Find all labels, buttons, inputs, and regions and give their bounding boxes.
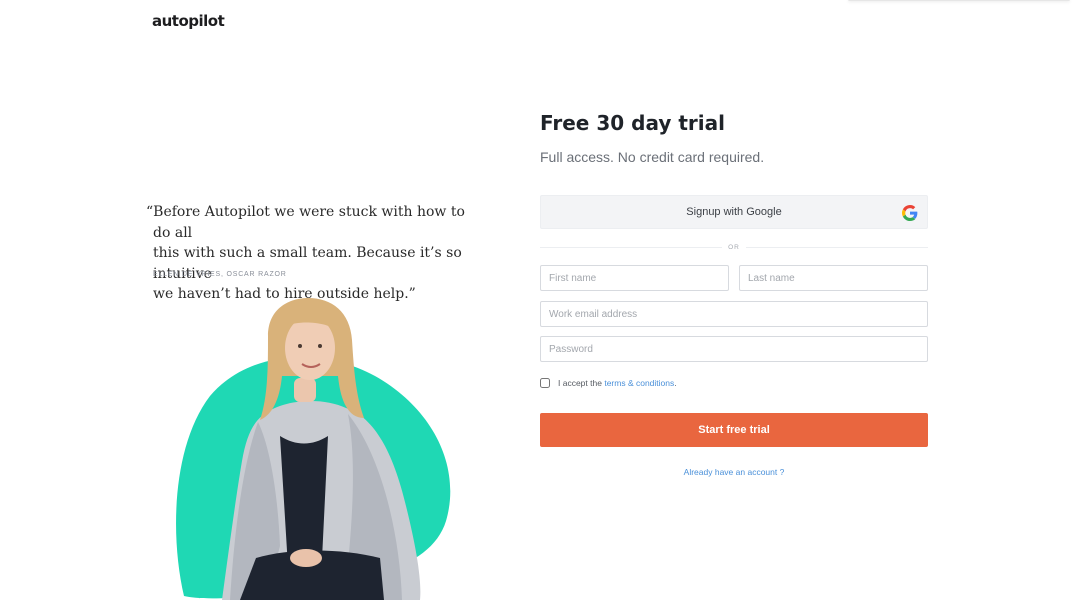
- testimonial-attribution: ELLEN DE VRIES, OSCAR RAZOR: [153, 271, 287, 278]
- work-email-input[interactable]: [540, 301, 928, 327]
- or-divider: OR: [540, 241, 928, 253]
- password-input[interactable]: [540, 336, 928, 362]
- page-subtitle: Full access. No credit card required.: [540, 149, 765, 165]
- testimonial-quote: “Before Autopilot we were stuck with how…: [146, 202, 476, 305]
- quote-line-1: “Before Autopilot we were stuck with how…: [146, 204, 465, 241]
- start-free-trial-button[interactable]: Start free trial: [540, 413, 928, 447]
- terms-checkbox[interactable]: [540, 378, 550, 388]
- or-label: OR: [728, 243, 740, 251]
- terms-row: I accept the terms & conditions.: [540, 378, 677, 388]
- customer-portrait-image: [176, 298, 451, 600]
- last-name-input[interactable]: [739, 265, 928, 291]
- signup-with-google-button[interactable]: Signup with Google: [540, 195, 928, 229]
- google-button-label: Signup with Google: [686, 206, 782, 218]
- terms-prefix: I accept the: [558, 378, 602, 388]
- already-have-account-link[interactable]: Already have an account ?: [540, 467, 928, 477]
- top-right-overlay-edge: [848, 0, 1070, 1]
- terms-suffix: .: [674, 378, 677, 388]
- divider-line-right: [745, 246, 928, 248]
- terms-link[interactable]: terms & conditions: [604, 378, 674, 388]
- page-title: Free 30 day trial: [540, 111, 725, 135]
- google-icon: [902, 205, 918, 221]
- first-name-input[interactable]: [540, 265, 729, 291]
- autopilot-logo[interactable]: autopilot: [152, 12, 225, 30]
- divider-line-left: [540, 246, 723, 248]
